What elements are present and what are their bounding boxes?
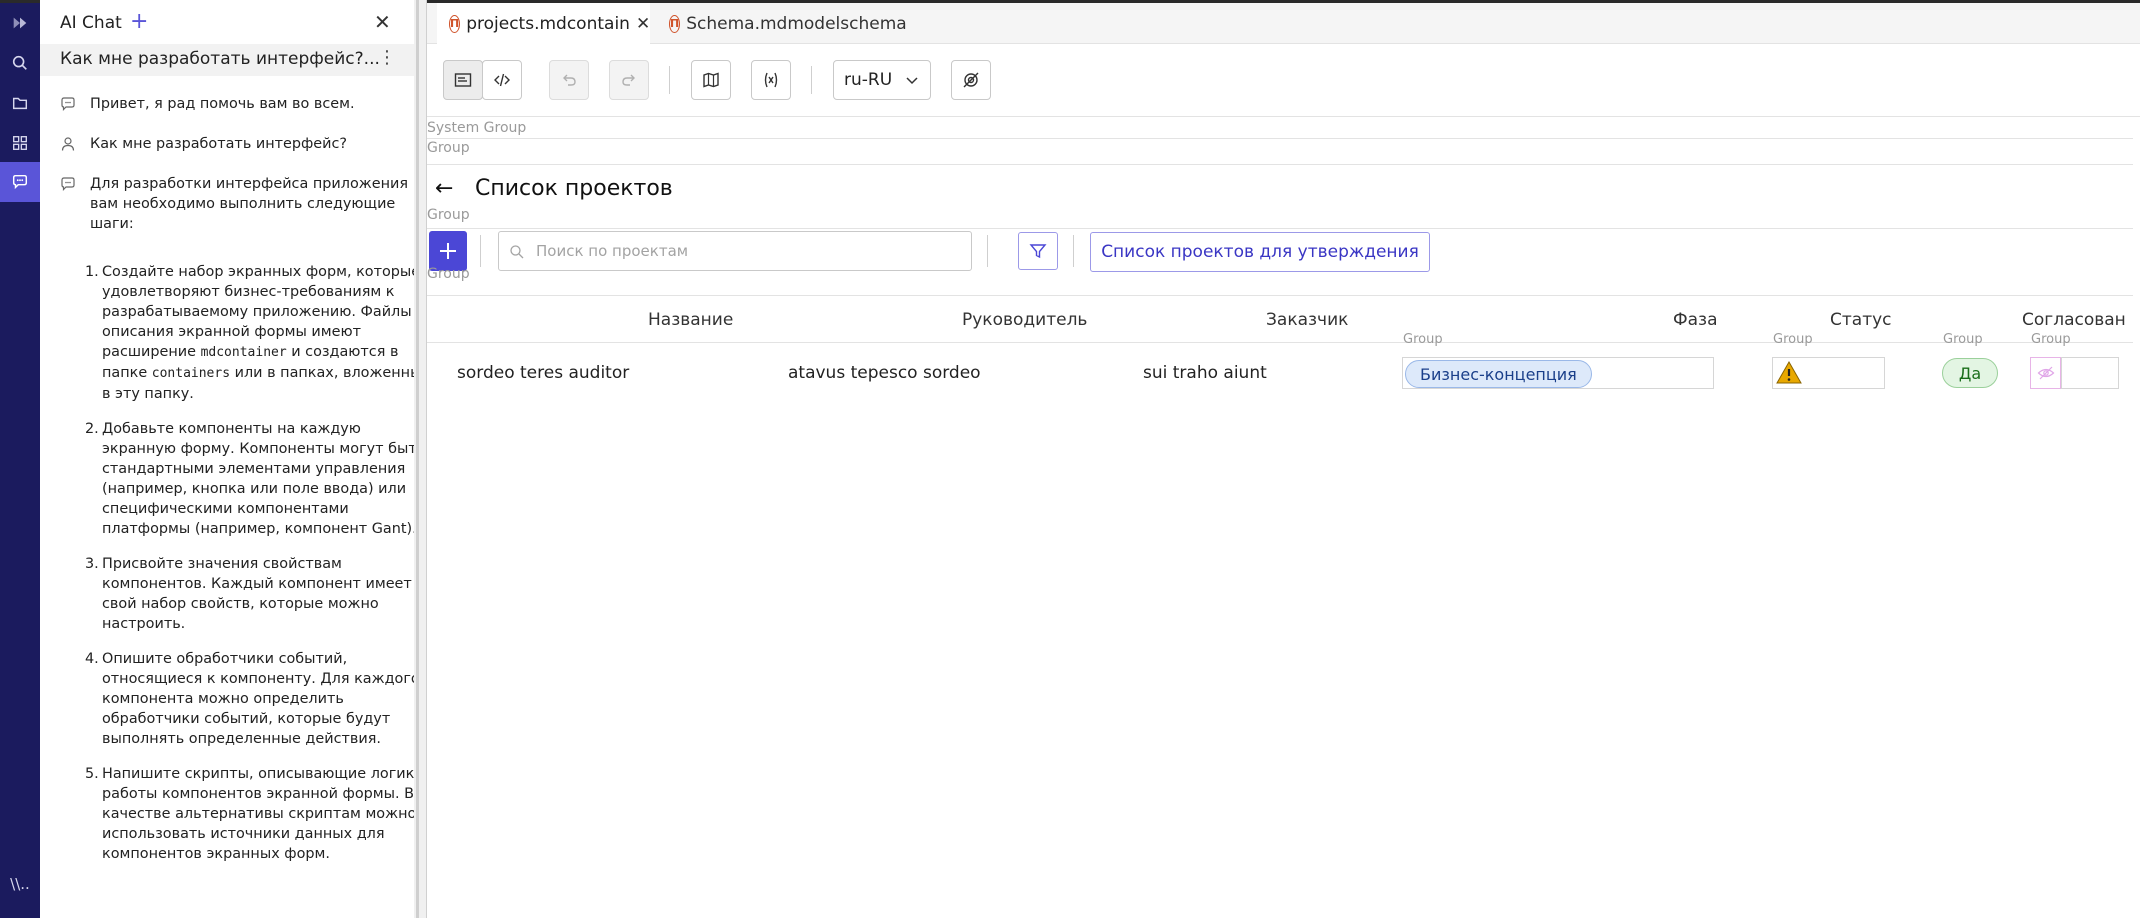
tab-file-icon: П (449, 14, 461, 33)
bot-message-icon (61, 97, 75, 111)
folder-icon[interactable] (0, 83, 40, 123)
column-header-manager[interactable]: Руководитель (962, 310, 1087, 330)
tab-label: Schema.mdmodelschema (686, 13, 907, 34)
step-item: 1. Создайте набор экранных форм, которые… (85, 264, 430, 402)
user-icon (61, 137, 75, 151)
hidden-group (2030, 357, 2061, 389)
chat-message-text: Для разработки интерфейса приложения вам… (90, 176, 408, 232)
activity-bar: \\.. (0, 0, 40, 918)
column-header-approved[interactable]: Согласован (2022, 310, 2126, 330)
locale-select[interactable]: ru-RU (833, 60, 931, 100)
search-icon (510, 245, 524, 259)
column-header-customer[interactable]: Заказчик (1266, 310, 1348, 330)
column-header-status[interactable]: Статус (1830, 310, 1892, 330)
system-group-label: System Group (427, 120, 527, 136)
editor-area: П projects.mdcontain ✕ П Schema.mdmodels… (427, 0, 2140, 918)
chat-header: AI Chat + ✕ (40, 3, 416, 44)
editor-toolbar: ru-RU (427, 44, 2140, 117)
toolbar-separator (669, 66, 670, 94)
approved-badge: Да (1942, 358, 1998, 388)
panel-splitter-line (416, 0, 419, 918)
approved-group: Да (1942, 357, 2030, 389)
tab-schema[interactable]: П Schema.mdmodelschema (659, 3, 907, 44)
back-arrow-icon[interactable]: ← (435, 176, 453, 201)
divider (427, 228, 2140, 229)
tab-projects[interactable]: П projects.mdcontain ✕ (437, 3, 650, 44)
filter-button[interactable] (1018, 232, 1058, 270)
steps-list: 1. Создайте набор экранных форм, которые… (85, 262, 436, 879)
phase-group: Бизнес-концепция (1402, 357, 1714, 389)
step-item: 2. Добавьте компоненты на каждую экранну… (85, 421, 426, 537)
group-label: Group (427, 207, 470, 223)
new-chat-button[interactable]: + (130, 11, 148, 33)
hidden-eye-icon (2037, 366, 2055, 380)
conversation-header: Как мне разработать интерфейс?... ⋮ (40, 44, 416, 76)
ai-chat-panel: AI Chat + ✕ Как мне разработать интерфей… (40, 0, 430, 918)
locale-value: ru-RU (844, 70, 893, 90)
code-view-button[interactable] (482, 60, 522, 100)
tab-file-icon: П (669, 14, 681, 33)
apps-icon[interactable] (0, 123, 40, 163)
variables-icon[interactable] (751, 60, 791, 100)
conversation-title: Как мне разработать интерфейс?... (60, 49, 380, 69)
phase-badge: Бизнес-концепция (1405, 360, 1592, 388)
design-view-button[interactable] (443, 60, 483, 100)
chat-message-text: Как мне разработать интерфейс? (90, 136, 348, 152)
filter-icon (1029, 244, 1047, 259)
chat-icon[interactable] (0, 162, 40, 202)
terminal-icon[interactable]: \\.. (0, 864, 40, 904)
table-header: Название Руководитель Заказчик Фаза Стат… (427, 295, 2140, 343)
close-chat-button[interactable]: ✕ (374, 12, 391, 32)
group-label: Group (427, 266, 470, 282)
column-header-name[interactable]: Название (648, 310, 733, 330)
map-icon[interactable] (691, 60, 731, 100)
editor-tabs: П projects.mdcontain ✕ П Schema.mdmodels… (427, 3, 2140, 44)
cell-manager: atavus tepesco sordeo (788, 363, 981, 383)
plus-icon (440, 243, 456, 259)
project-search-input[interactable]: Поиск по проектам (498, 231, 972, 271)
chat-message-text: Привет, я рад помочь вам во всем. (90, 96, 355, 112)
editor-scrollbar[interactable] (2133, 117, 2140, 918)
redo-button[interactable] (609, 60, 649, 100)
step-item: 5. Напишите скрипты, описывающие логику … (85, 766, 423, 862)
toolbar-separator (811, 66, 812, 94)
hide-preview-icon[interactable] (951, 60, 991, 100)
warning-icon (1776, 360, 1802, 384)
search-placeholder: Поиск по проектам (536, 242, 689, 260)
column-header-phase[interactable]: Фаза (1673, 310, 1718, 330)
page-title: Список проектов (475, 176, 673, 201)
bot-message-icon (61, 177, 75, 191)
undo-button[interactable] (549, 60, 589, 100)
approval-list-button[interactable]: Список проектов для утверждения (1090, 232, 1430, 272)
add-project-button[interactable] (429, 231, 467, 271)
divider (427, 138, 2140, 139)
chevron-down-icon (906, 77, 918, 85)
cell-customer: sui traho aiunt (1143, 363, 1267, 383)
more-options-icon[interactable]: ⋮ (378, 48, 396, 68)
divider (427, 164, 2140, 165)
group-label: Group (427, 140, 470, 156)
toolbar-separator (987, 235, 988, 267)
tab-label: projects.mdcontain (466, 13, 630, 34)
step-item: 3. Присвойте значения свойствам компонен… (85, 556, 412, 632)
cell-name: sordeo teres auditor (457, 363, 630, 383)
chat-title: AI Chat (60, 13, 122, 33)
toolbar-separator (480, 235, 481, 267)
logo-icon[interactable] (0, 3, 40, 43)
step-item: 4. Опишите обработчики событий, относящи… (85, 651, 420, 747)
table-row[interactable]: sordeo teres auditor atavus tepesco sord… (427, 343, 2140, 403)
empty-cell (2061, 357, 2119, 389)
close-tab-icon[interactable]: ✕ (636, 14, 650, 34)
status-group (1772, 357, 1885, 389)
search-icon[interactable] (0, 43, 40, 83)
toolbar-separator (1073, 235, 1074, 267)
